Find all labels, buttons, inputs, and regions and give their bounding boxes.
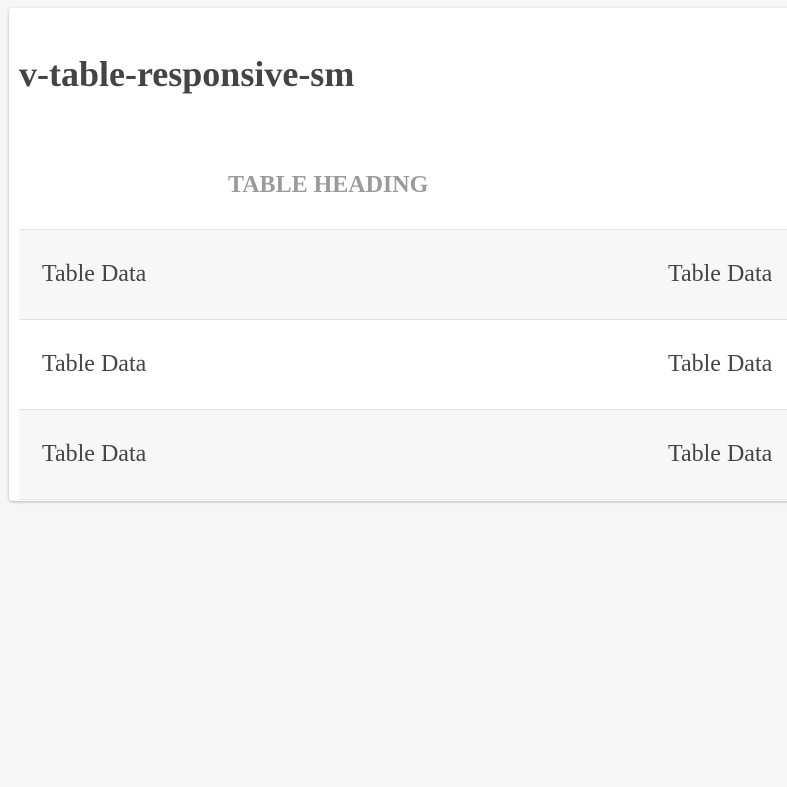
page-title: v-table-responsive-sm [19,54,355,94]
table-head: TABLE HEADING [19,141,787,230]
table-row: Table Data Table Data [19,229,787,320]
table-cell: Table Data [648,319,787,410]
table-body: Table Data Table Data Table Data Table D… [19,229,787,500]
table-heading-empty [648,141,787,230]
table-cell: Table Data [648,229,787,320]
table-cell: Table Data [19,319,648,410]
table-row: Table Data Table Data [19,319,787,410]
table-cell: Table Data [648,409,787,500]
data-table: TABLE HEADING Table Data Table Data Tabl… [19,141,787,500]
table-header-row: TABLE HEADING [19,141,787,230]
table-card: v-table-responsive-sm TABLE HEADING Tabl… [9,8,787,501]
responsive-table-container[interactable]: TABLE HEADING Table Data Table Data Tabl… [19,141,787,500]
table-cell: Table Data [19,409,648,500]
table-heading: TABLE HEADING [19,141,648,230]
table-cell: Table Data [19,229,648,320]
table-row: Table Data Table Data [19,409,787,500]
